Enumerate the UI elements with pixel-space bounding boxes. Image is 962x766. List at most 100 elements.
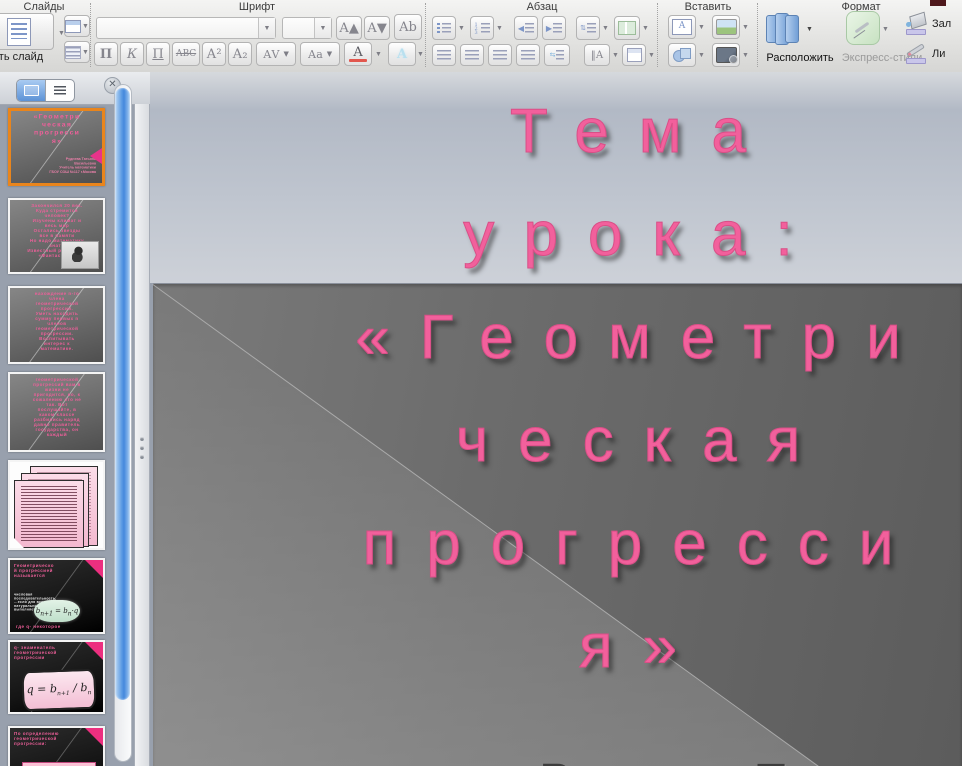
text-box-icon: А: [672, 19, 692, 35]
italic-button[interactable]: К: [120, 42, 144, 66]
sidebar-scrollbar-thumb[interactable]: [115, 88, 130, 700]
line-spacing-dropdown-icon[interactable]: [602, 25, 609, 32]
align-right-button[interactable]: [488, 44, 512, 66]
slide-thumbnail-4[interactable]: геометрической прогрессий вам в жизни не пр…: [8, 372, 105, 452]
new-slide-button[interactable]: [0, 13, 54, 50]
group-separator: [90, 3, 91, 67]
splitter-grip-dot: [140, 446, 144, 450]
columns-button[interactable]: [614, 16, 640, 40]
banner-shape: q = bn+1 / bn: [21, 668, 97, 712]
splitter-grip-dot: [140, 437, 144, 441]
text-effects-button[interactable]: А: [388, 42, 416, 66]
outline-view-toggle[interactable]: [46, 80, 74, 101]
pane-splitter[interactable]: [134, 104, 150, 766]
decrease-indent-button[interactable]: ◀: [514, 16, 538, 40]
slide-thumbnail-2[interactable]: Закончился 20 век. Куда стремится человек?…: [8, 198, 105, 274]
text-effects-dropdown-icon[interactable]: [417, 51, 424, 58]
group-label-insert: Вставить: [684, 1, 732, 13]
fill-bucket-icon[interactable]: [909, 11, 927, 30]
line-spacing-button[interactable]: ⇅: [576, 16, 600, 40]
bullets-icon: [437, 22, 440, 34]
justify-button[interactable]: [516, 44, 540, 66]
font-color-dropdown-icon[interactable]: [375, 51, 382, 58]
superscript-button[interactable]: А²: [202, 42, 226, 66]
fill-drop-icon: [906, 22, 911, 27]
font-color-button[interactable]: А: [344, 42, 372, 66]
font-color-swatch: [349, 59, 367, 62]
title-line: «Геометри: [355, 303, 931, 373]
quick-styles-button[interactable]: [846, 11, 880, 45]
new-slide-icon: [7, 17, 31, 46]
title-line: ческая: [455, 406, 831, 476]
quick-styles-dropdown-icon[interactable]: [882, 26, 889, 33]
bold-button[interactable]: П: [94, 42, 118, 66]
pink-triangle-icon: [90, 148, 102, 165]
font-name-combobox[interactable]: [96, 17, 276, 39]
media-dropdown-icon[interactable]: [742, 52, 749, 59]
grow-font-button[interactable]: А▲: [336, 16, 362, 40]
underline-button[interactable]: П: [146, 42, 170, 66]
pink-corner-triangle-icon: [85, 642, 103, 660]
numbering-button[interactable]: [470, 16, 494, 40]
slide-thumbnail-7[interactable]: q- знаменатель геометрической прогрессии q …: [8, 640, 105, 714]
movie-icon: [715, 47, 738, 64]
text-direction-dropdown-icon[interactable]: [612, 52, 619, 59]
picture-dropdown-icon[interactable]: [742, 24, 749, 31]
align-center-button[interactable]: [460, 44, 484, 66]
arrange-label: Расположить: [766, 52, 834, 64]
text-box-dropdown-icon[interactable]: [698, 24, 705, 31]
up-down-arrows-icon: ⇅: [580, 25, 586, 32]
subscript-button[interactable]: А₂: [228, 42, 252, 66]
text-direction-icon: ‖А: [590, 49, 604, 61]
change-case-button[interactable]: Аа: [300, 42, 340, 66]
window-corner-artifact: [930, 0, 946, 6]
slide-layout-button[interactable]: [64, 15, 90, 37]
justify-icon: [521, 49, 535, 61]
text-direction-button[interactable]: ‖А: [584, 44, 610, 66]
font-size-combobox[interactable]: [282, 17, 332, 39]
group-label-paragraph: Абзац: [526, 1, 558, 13]
increase-indent-button[interactable]: ▶: [542, 16, 566, 40]
fill-label: Зал: [932, 18, 952, 30]
bullets-button[interactable]: [432, 16, 456, 40]
columns-icon: [618, 21, 636, 35]
slide-title-textbox[interactable]: Тема урока: «Геометри ческая прогресси я…: [220, 80, 962, 698]
clear-formatting-button[interactable]: Ab: [394, 14, 422, 40]
slide-thumbnail-8[interactable]: По определениюгеометрическойпрогрессии:b…: [8, 726, 105, 766]
title-line: урока:: [463, 200, 823, 270]
text-box-button[interactable]: А: [668, 15, 696, 39]
dropdown-icon: [264, 25, 271, 32]
columns-dropdown-icon[interactable]: [642, 25, 649, 32]
slide-thumbnail-3[interactable]: нахождение n-го члена геометрической прогре…: [8, 286, 105, 364]
arrange-button[interactable]: [766, 11, 802, 45]
slide-section-button[interactable]: [64, 41, 90, 63]
slides-view-toggle[interactable]: [17, 80, 46, 101]
align-text-icon: [626, 48, 642, 62]
bullets-dropdown-icon[interactable]: [458, 25, 465, 32]
align-text-box-button[interactable]: [622, 44, 646, 66]
slide-thumbnail-1[interactable]: «Геометри ческая прогресси я» Руднева Татьян…: [8, 108, 105, 186]
numbering-icon: [475, 23, 480, 34]
scroll-shape: bn+1 = bn·q: [34, 600, 80, 622]
dropdown-icon: [283, 51, 288, 58]
arrange-dropdown-icon[interactable]: [806, 26, 813, 33]
shapes-dropdown-icon[interactable]: [698, 52, 705, 59]
insert-picture-button[interactable]: [712, 15, 740, 39]
strikethrough-button[interactable]: АВС: [172, 42, 200, 66]
left-arrow-icon: ◀: [517, 23, 525, 33]
slide-thumbnail-5[interactable]: [8, 460, 105, 550]
align-text-dropdown-icon[interactable]: [648, 52, 655, 59]
align-left-button[interactable]: [432, 44, 456, 66]
insert-media-button[interactable]: [712, 43, 740, 67]
group-separator: [425, 3, 426, 67]
character-spacing-button[interactable]: АV: [256, 42, 296, 66]
title-line: я»: [578, 612, 708, 682]
distribute-text-button[interactable]: ⇆: [544, 44, 570, 66]
align-right-icon: [493, 49, 507, 61]
group-separator: [657, 3, 658, 67]
slide-thumbnail-6[interactable]: Геометрическо й прогрессией называется числ…: [8, 558, 105, 634]
formula-box: b₂ = b₁·qb₃ = b₂·q = b₁·q²: [22, 762, 96, 766]
numbering-dropdown-icon[interactable]: [496, 25, 503, 32]
insert-shape-button[interactable]: [668, 43, 696, 67]
shrink-font-button[interactable]: А▼: [364, 16, 390, 40]
